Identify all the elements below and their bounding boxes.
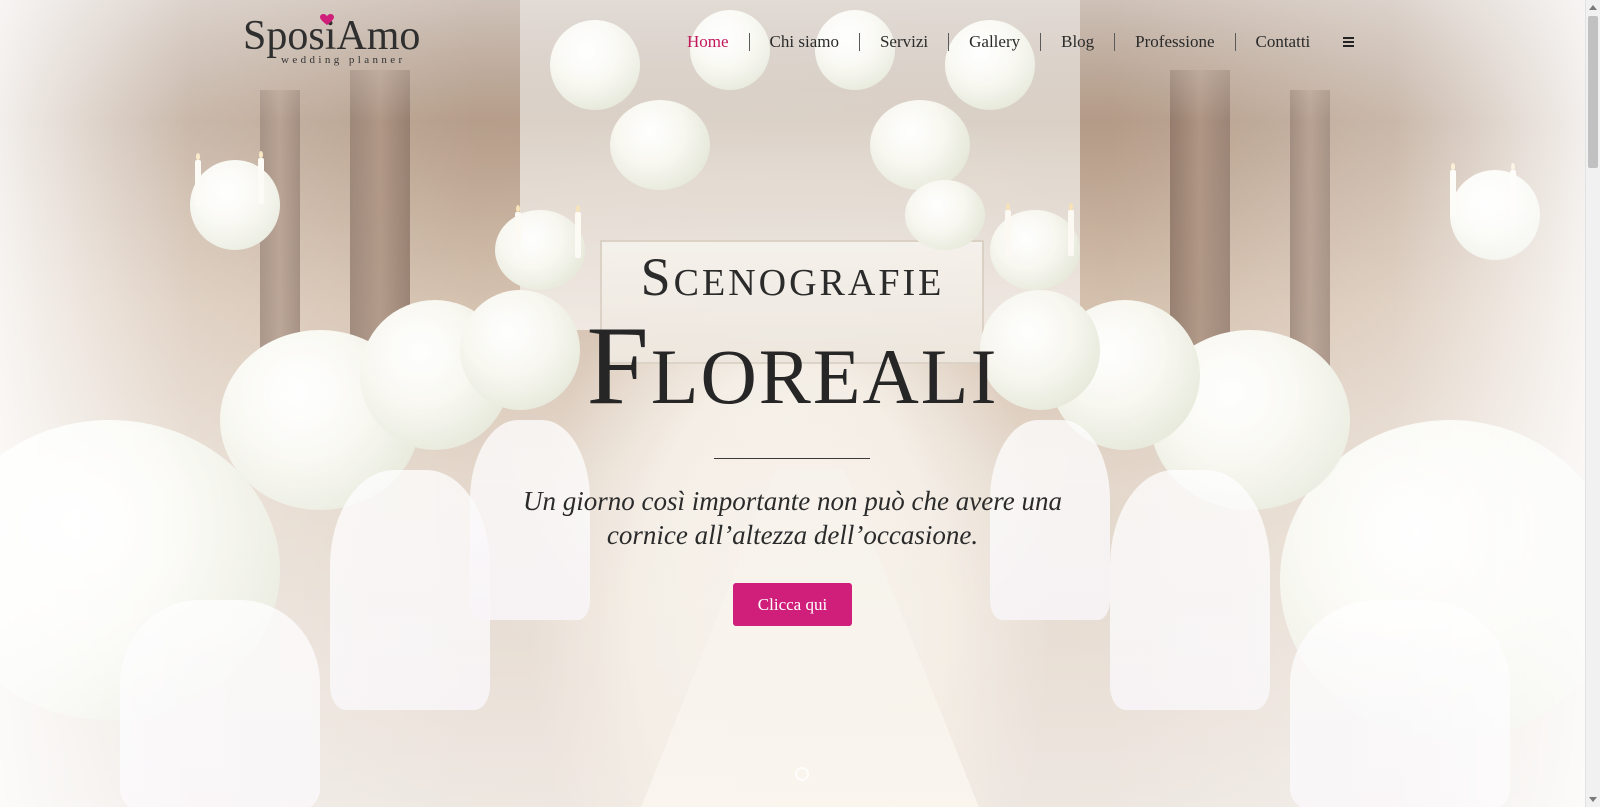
main-navigation: Home Chi siamo Servizi Gallery Blog Prof… [667,30,1356,54]
site-header: SposiAmo wedding planner Home Chi siamo … [0,0,1585,84]
hero-divider [714,458,870,459]
nav-item-home[interactable]: Home [667,33,750,51]
heart-icon [320,14,334,25]
logo[interactable]: SposiAmo wedding planner [243,14,423,70]
scroll-up-arrow-icon[interactable] [1589,5,1597,10]
nav-item-gallery[interactable]: Gallery [949,33,1042,51]
nav-item-contatti[interactable]: Contatti [1236,33,1331,51]
nav-item-blog[interactable]: Blog [1041,33,1116,51]
scrollbar[interactable] [1585,0,1600,807]
hero-subtitle: Un giorno così importante non può che av… [523,486,1062,550]
scroll-down-arrow-icon[interactable] [1589,797,1597,802]
hero-kicker: Scenografie [640,247,945,307]
scrollbar-thumb[interactable] [1588,16,1598,168]
nav-item-servizi[interactable]: Servizi [860,33,950,51]
nav-item-chi-siamo[interactable]: Chi siamo [750,33,860,51]
nav-item-professione[interactable]: Professione [1115,33,1236,51]
cta-button[interactable]: Clicca qui [733,583,852,626]
page: SposiAmo wedding planner Home Chi siamo … [0,0,1600,807]
logo-tagline: wedding planner [281,54,406,66]
hamburger-icon[interactable] [1342,35,1356,49]
hero-title: Floreali [586,304,999,428]
slider-dot[interactable] [795,767,809,781]
